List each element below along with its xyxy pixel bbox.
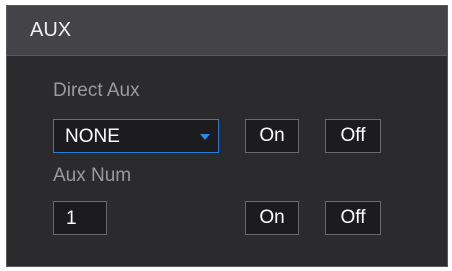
chevron-down-icon xyxy=(200,134,210,140)
direct-aux-on-button[interactable]: On xyxy=(245,119,299,153)
aux-num-off-button[interactable]: Off xyxy=(325,201,381,235)
direct-aux-off-button[interactable]: Off xyxy=(325,119,381,153)
direct-aux-label: Direct Aux xyxy=(53,80,140,101)
direct-aux-selected-value: NONE xyxy=(65,126,120,147)
aux-num-label: Aux Num xyxy=(53,165,132,186)
aux-dialog: AUX Direct Aux NONE On Off Aux Num 1 On … xyxy=(6,5,448,267)
direct-aux-select[interactable]: NONE xyxy=(53,119,219,153)
aux-num-value: 1 xyxy=(66,208,77,229)
dialog-title: AUX xyxy=(30,19,72,41)
aux-num-input[interactable]: 1 xyxy=(53,201,107,235)
aux-num-on-button[interactable]: On xyxy=(245,201,299,235)
dialog-titlebar: AUX xyxy=(7,6,447,56)
